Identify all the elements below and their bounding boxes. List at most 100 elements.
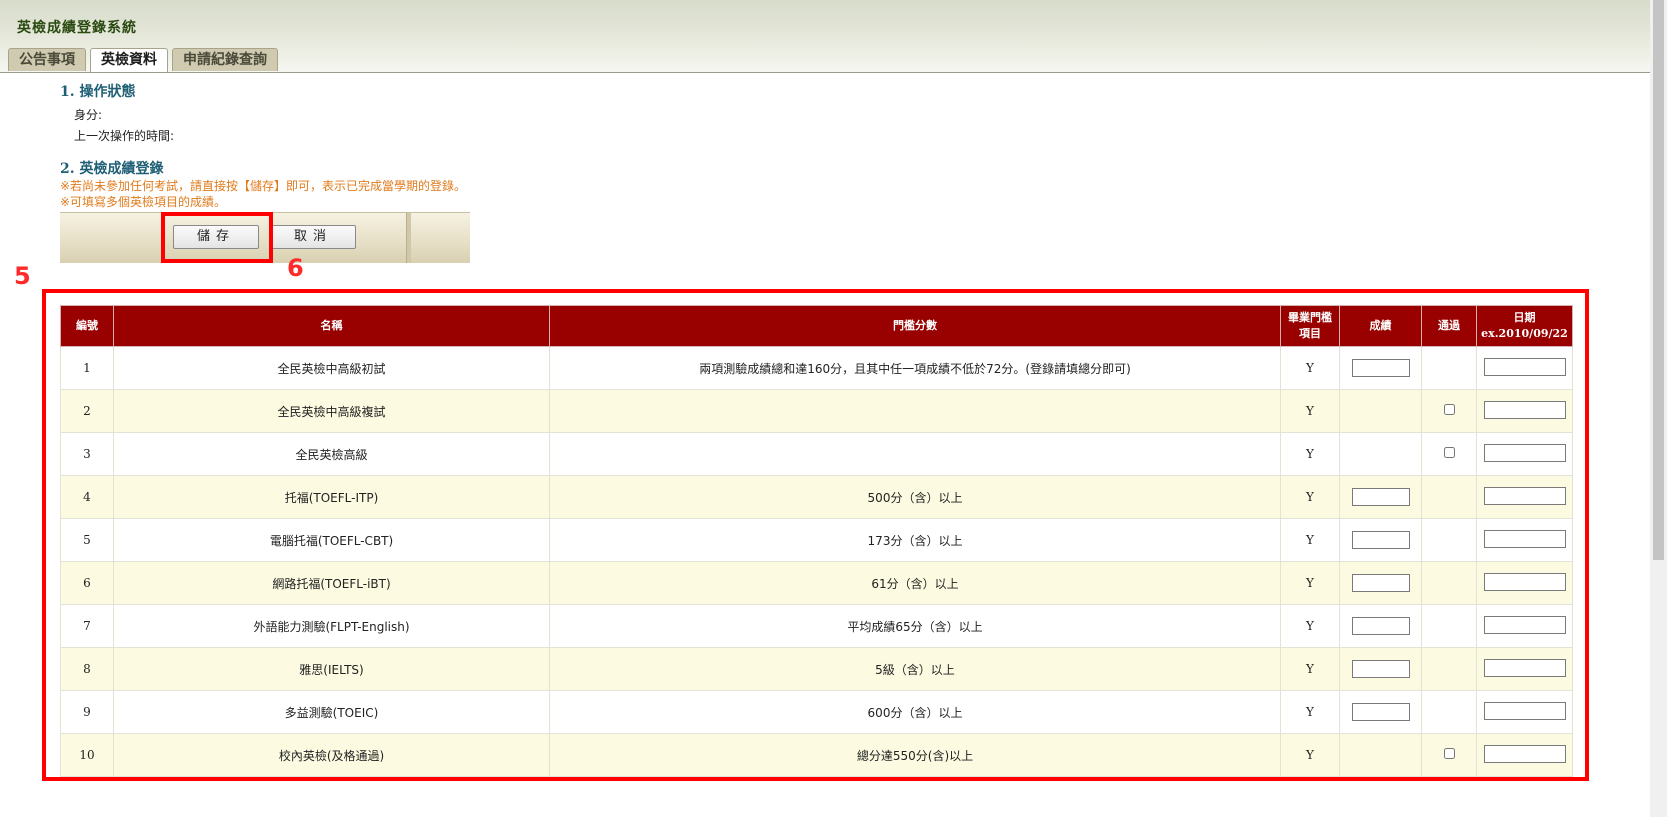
row-score-cell — [1339, 604, 1422, 648]
row-no: 7 — [60, 604, 114, 648]
pass-checkbox[interactable] — [1443, 404, 1455, 415]
exam-score-table: 編號 名稱 門檻分數 畢業門檻 項目 成績 通過 日期 ex.2010/09/22 … — [60, 305, 1573, 777]
row-grad: Y — [1280, 604, 1340, 648]
row-score-cell — [1339, 518, 1422, 562]
row-name: 全民英檢中高級初試 — [113, 346, 550, 390]
row-score-cell — [1339, 690, 1422, 734]
header-score: 成績 — [1339, 305, 1422, 347]
table-row: 7 外語能力測驗(FLPT-English) 平均成績65分（含）以上 Y — [60, 604, 1573, 648]
row-grad: Y — [1280, 690, 1340, 734]
row-score-cell — [1339, 389, 1422, 433]
row-name: 全民英檢高級 — [113, 432, 550, 476]
table-row: 6 網路托福(TOEFL-iBT) 61分（含）以上 Y — [60, 561, 1573, 605]
table-row: 9 多益測驗(TOEIC) 600分（含）以上 Y — [60, 690, 1573, 734]
header-date-line1: 日期 — [1513, 311, 1536, 324]
date-input[interactable] — [1483, 572, 1566, 591]
row-pass-cell — [1421, 518, 1477, 562]
score-input[interactable] — [1351, 488, 1410, 506]
table-row: 1 全民英檢中高級初試 兩項測驗成績總和達160分，且其中任一項成績不低於72分… — [60, 346, 1573, 390]
date-input[interactable] — [1483, 486, 1566, 505]
date-input[interactable] — [1483, 615, 1566, 634]
row-threshold: 600分（含）以上 — [549, 690, 1281, 734]
date-input[interactable] — [1483, 357, 1566, 376]
row-date-cell — [1476, 389, 1573, 433]
row-pass-cell — [1421, 647, 1477, 691]
row-pass-cell — [1421, 690, 1477, 734]
row-threshold: 173分（含）以上 — [549, 518, 1281, 562]
system-title: 英檢成績登錄系統 — [17, 20, 137, 36]
table-row: 10 校內英檢(及格通過) 總分達550分(含)以上 Y — [60, 733, 1573, 777]
row-no: 8 — [60, 647, 114, 691]
row-date-cell — [1476, 518, 1573, 562]
note-no-exam: ※若尚未參加任何考試，請直接按【儲存】即可，表示已完成當學期的登錄。 — [60, 179, 467, 193]
row-no: 5 — [60, 518, 114, 562]
row-grad: Y — [1280, 561, 1340, 605]
row-threshold — [549, 432, 1281, 476]
row-pass-cell — [1421, 561, 1477, 605]
row-date-cell — [1476, 561, 1573, 605]
toolbar-divider — [406, 213, 411, 263]
row-pass-cell — [1421, 475, 1477, 519]
row-grad: Y — [1280, 389, 1340, 433]
header-threshold: 門檻分數 — [549, 305, 1281, 347]
save-button-highlight — [161, 212, 273, 263]
header-no: 編號 — [60, 305, 114, 347]
header-grad-line1: 畢業門檻 — [1288, 311, 1332, 324]
row-threshold: 61分（含）以上 — [549, 561, 1281, 605]
score-input[interactable] — [1351, 703, 1410, 721]
score-input[interactable] — [1351, 660, 1410, 678]
table-header-row: 編號 名稱 門檻分數 畢業門檻 項目 成績 通過 日期 ex.2010/09/22 — [60, 305, 1573, 347]
row-date-cell — [1476, 475, 1573, 519]
row-no: 10 — [60, 733, 114, 777]
header-name: 名稱 — [113, 305, 550, 347]
page-header: 英檢成績登錄系統 公告事項 英檢資料 申請紀錄查詢 — [0, 0, 1650, 73]
row-score-cell — [1339, 432, 1422, 476]
score-input[interactable] — [1351, 617, 1410, 635]
row-date-cell — [1476, 346, 1573, 390]
row-date-cell — [1476, 733, 1573, 777]
register-section-title: 2. 英檢成績登錄 — [60, 161, 164, 177]
row-pass-cell — [1421, 604, 1477, 648]
row-no: 1 — [60, 346, 114, 390]
date-input[interactable] — [1483, 443, 1566, 462]
row-date-cell — [1476, 690, 1573, 734]
date-input[interactable] — [1483, 400, 1566, 419]
row-name: 外語能力測驗(FLPT-English) — [113, 604, 550, 648]
save-marker-label: 6 — [287, 254, 304, 282]
row-no: 4 — [60, 475, 114, 519]
tab-announcements[interactable]: 公告事項 — [8, 48, 86, 71]
header-pass: 通過 — [1421, 305, 1477, 347]
pass-checkbox[interactable] — [1443, 447, 1455, 458]
row-grad: Y — [1280, 733, 1340, 777]
row-name: 雅思(IELTS) — [113, 647, 550, 691]
date-input[interactable] — [1483, 658, 1566, 677]
row-threshold: 兩項測驗成績總和達160分，且其中任一項成績不低於72分。(登錄請填總分即可) — [549, 346, 1281, 390]
row-date-cell — [1476, 647, 1573, 691]
vertical-scrollbar[interactable] — [1650, 0, 1667, 817]
cancel-button[interactable]: 取消 — [270, 225, 356, 249]
date-input[interactable] — [1483, 529, 1566, 548]
table-row: 2 全民英檢中高級複試 Y — [60, 389, 1573, 433]
row-name: 多益測驗(TOEIC) — [113, 690, 550, 734]
tab-english-data[interactable]: 英檢資料 — [90, 48, 168, 72]
row-no: 6 — [60, 561, 114, 605]
row-threshold: 5級（含）以上 — [549, 647, 1281, 691]
scrollbar-thumb[interactable] — [1653, 0, 1664, 560]
row-threshold — [549, 389, 1281, 433]
note-multiple-items: ※可填寫多個英檢項目的成績。 — [60, 195, 227, 209]
row-grad: Y — [1280, 432, 1340, 476]
table-row: 3 全民英檢高級 Y — [60, 432, 1573, 476]
row-name: 電腦托福(TOEFL-CBT) — [113, 518, 550, 562]
date-input[interactable] — [1483, 744, 1566, 763]
tab-application-records[interactable]: 申請紀錄查詢 — [172, 48, 278, 71]
row-score-cell — [1339, 346, 1422, 390]
date-input[interactable] — [1483, 701, 1566, 720]
score-input[interactable] — [1351, 359, 1410, 377]
header-date: 日期 ex.2010/09/22 — [1476, 305, 1573, 347]
score-input[interactable] — [1351, 531, 1410, 549]
tab-bar: 公告事項 英檢資料 申請紀錄查詢 — [8, 48, 278, 72]
score-input[interactable] — [1351, 574, 1410, 592]
pass-checkbox[interactable] — [1443, 748, 1455, 759]
row-score-cell — [1339, 475, 1422, 519]
row-grad: Y — [1280, 647, 1340, 691]
